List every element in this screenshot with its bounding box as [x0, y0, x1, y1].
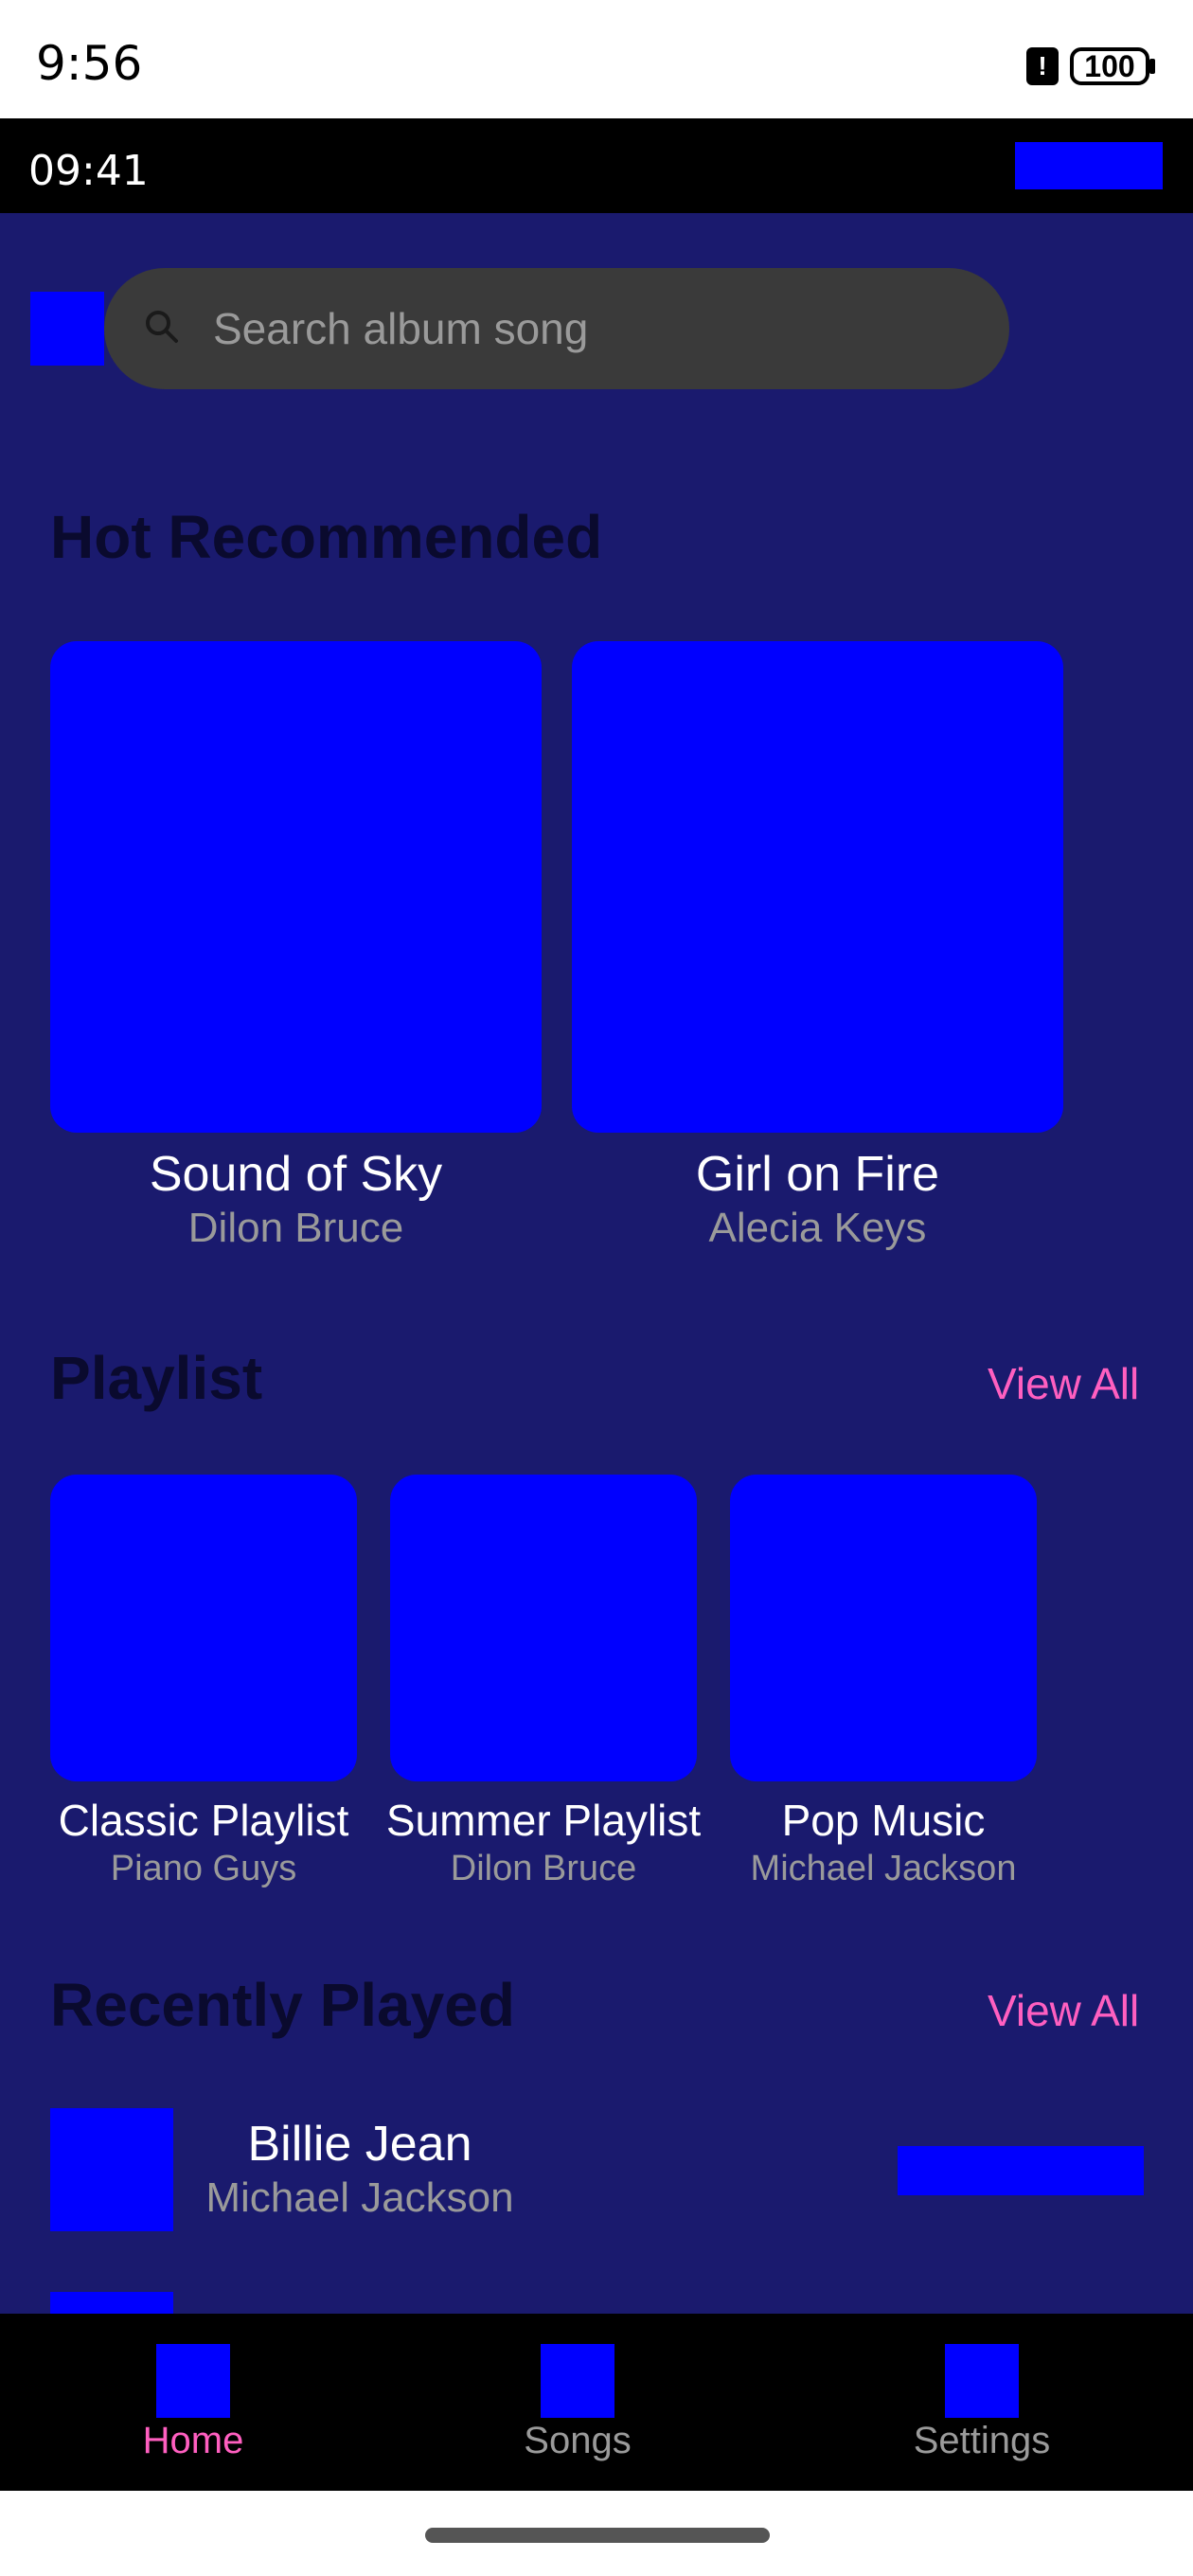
recently-played-title: Recently Played [50, 1971, 515, 2039]
home-nav-icon[interactable] [156, 2344, 230, 2418]
recent-item-title[interactable]: Billie Jean [199, 2116, 521, 2173]
playlist-item-artist: Dilon Bruce [450, 1849, 637, 1888]
nav-home-label[interactable]: Home [98, 2420, 288, 2462]
app-clock: 09:41 [28, 147, 149, 195]
songs-nav-icon[interactable] [541, 2344, 614, 2418]
playlist-view-all-link[interactable]: View All [988, 1358, 1139, 1409]
system-clock: 9:56 [36, 36, 143, 91]
playlist-item-title[interactable]: Summer Playlist [371, 1795, 716, 1846]
nav-songs-label[interactable]: Songs [483, 2420, 672, 2462]
recent-item-thumbnail[interactable] [50, 2108, 173, 2231]
playlist-item-artist: Michael Jackson [750, 1849, 1017, 1888]
hot-item-artist: Alecia Keys [708, 1205, 927, 1251]
app-top-bar [0, 118, 1193, 213]
recent-view-all-link[interactable]: View All [988, 1985, 1139, 2036]
battery-icon: 100 [1070, 47, 1149, 85]
search-input[interactable] [213, 284, 970, 373]
recent-item-action-placeholder[interactable] [898, 2146, 1144, 2195]
battery-tip [1149, 59, 1155, 74]
settings-nav-icon[interactable] [945, 2344, 1019, 2418]
alert-icon: ! [1026, 47, 1059, 85]
recent-item-artist: Michael Jackson [205, 2174, 514, 2221]
playlist-title: Playlist [50, 1344, 263, 1412]
hot-item-cover[interactable] [572, 641, 1063, 1133]
system-status-bar [0, 0, 1193, 118]
hot-recommended-title: Hot Recommended [50, 503, 603, 571]
playlist-item-title[interactable]: Pop Music [711, 1795, 1056, 1846]
hot-item-title[interactable]: Girl on Fire [572, 1146, 1063, 1203]
home-indicator[interactable] [425, 2528, 770, 2543]
recent-item-thumbnail[interactable] [50, 2292, 173, 2314]
search-icon [146, 311, 178, 343]
playlist-item-artist: Piano Guys [110, 1849, 297, 1888]
playlist-item-title[interactable]: Classic Playlist [31, 1795, 376, 1846]
hot-item-cover[interactable] [50, 641, 542, 1133]
playlist-item-cover[interactable] [50, 1475, 357, 1781]
playlist-item-cover[interactable] [390, 1475, 697, 1781]
menu-icon[interactable] [30, 292, 104, 366]
hot-item-title[interactable]: Sound of Sky [50, 1146, 542, 1203]
nav-settings-label[interactable]: Settings [864, 2420, 1100, 2462]
playlist-item-cover[interactable] [730, 1475, 1037, 1781]
app-status-placeholder [1015, 142, 1163, 189]
hot-item-artist: Dilon Bruce [187, 1205, 404, 1251]
